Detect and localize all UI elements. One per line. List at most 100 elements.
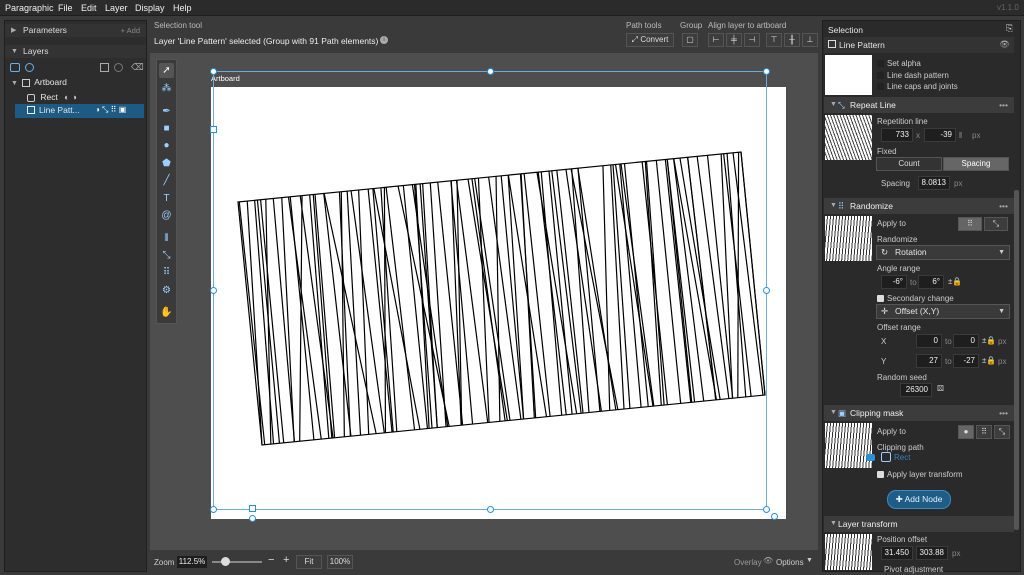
line-dash-label: Line dash pattern <box>887 71 949 80</box>
options-dropdown[interactable]: Options <box>776 558 804 567</box>
tree-rect[interactable]: Rect ◐ ◑ <box>27 92 77 102</box>
handle-bm[interactable] <box>487 506 494 513</box>
add-node-button[interactable]: ✚ Add Node <box>887 490 951 509</box>
link-icon[interactable] <box>866 454 875 461</box>
overlay-toggle[interactable]: Overlay <box>734 558 762 567</box>
pos-y-field[interactable]: 303.88 <box>916 546 948 560</box>
offset-y-from-field[interactable]: 27 <box>916 354 942 368</box>
apply-each-button[interactable]: ⠿ <box>958 217 982 231</box>
checkbox[interactable] <box>877 83 884 91</box>
menu-display[interactable]: Display <box>135 3 165 13</box>
zoom-100-button[interactable]: 100% <box>327 555 353 569</box>
handle-mr[interactable] <box>763 287 770 294</box>
pivot-handle[interactable] <box>210 126 217 133</box>
handle-bl[interactable] <box>210 506 217 513</box>
scale-handle[interactable] <box>771 513 778 520</box>
rep-x-field[interactable]: 733 <box>881 128 913 142</box>
apply-each-button[interactable]: ⠿ <box>976 425 992 439</box>
rep-y-field[interactable]: -39 <box>924 128 956 142</box>
clipping-mask-header[interactable]: ▼ ▣ Clipping mask ••• <box>824 405 1014 421</box>
lock-icon[interactable]: ±🔒 <box>982 356 996 365</box>
more-icon[interactable]: ••• <box>999 198 1008 214</box>
zoom-field[interactable]: 112.5% <box>176 555 208 569</box>
apply-path-button[interactable]: ⤡ <box>984 217 1008 231</box>
info-icon[interactable]: i <box>380 36 388 44</box>
menu-app[interactable]: Paragraphic <box>5 3 54 13</box>
lock-icon[interactable]: ±🔒 <box>948 277 962 286</box>
layers-header[interactable]: ▼ Layers <box>5 45 146 58</box>
lock-icon[interactable]: ±🔒 <box>982 336 996 345</box>
pos-x-field[interactable]: 31.450 <box>881 546 913 560</box>
zoom-slider-thumb[interactable] <box>221 557 230 566</box>
align-middle-button[interactable]: ╫ <box>784 33 800 47</box>
line-dash-option[interactable]: Line dash pattern <box>877 71 949 80</box>
random-seed-field[interactable]: 26300 <box>900 383 932 397</box>
apply-dot-button[interactable]: ● <box>958 425 974 439</box>
fit-button[interactable]: Fit <box>296 555 322 569</box>
rotate-handle[interactable] <box>249 515 256 522</box>
layer-transform-header[interactable]: ▼ Layer transform <box>824 516 1014 532</box>
checkbox[interactable] <box>877 471 884 479</box>
line-caps-option[interactable]: Line caps and joints <box>877 82 958 91</box>
align-center-h-button[interactable]: ╪ <box>726 33 742 47</box>
anchor-handle[interactable] <box>249 505 256 512</box>
align-right-button[interactable]: ⊣ <box>744 33 760 47</box>
layer-name[interactable]: Line Pattern <box>839 40 885 50</box>
repeat-line-header[interactable]: ▼ ⤡ Repeat Line ••• <box>824 97 1014 113</box>
menu-layer[interactable]: Layer <box>105 3 128 13</box>
randomize-header[interactable]: ▼ ⠿ Randomize ••• <box>824 198 1014 214</box>
checkbox[interactable] <box>877 295 884 303</box>
checkbox[interactable] <box>877 72 884 80</box>
handle-tm[interactable] <box>487 68 494 75</box>
menu-edit[interactable]: Edit <box>81 3 97 13</box>
more-icon[interactable]: ••• <box>999 405 1008 421</box>
zoom-in-button[interactable]: + <box>283 554 289 566</box>
align-left-button[interactable]: ⊢ <box>708 33 724 47</box>
count-toggle[interactable]: Count <box>876 157 942 171</box>
secondary-change-option[interactable]: Secondary change <box>877 294 954 303</box>
menu-help[interactable]: Help <box>173 3 192 13</box>
more-icon[interactable]: ••• <box>999 97 1008 113</box>
secondary-select[interactable]: ✛ Offset (X,Y) ▼ <box>876 304 1010 319</box>
apply-transform-option[interactable]: Apply layer transform <box>877 470 963 479</box>
parameters-header[interactable]: ▶ Parameters + Add <box>5 24 146 37</box>
dice-icon[interactable]: ⚄ <box>937 384 944 393</box>
zoom-out-button[interactable]: − <box>268 554 274 566</box>
convert-button[interactable]: ⤢ Convert <box>626 33 674 47</box>
eye-icon[interactable]: 👁 <box>999 39 1010 50</box>
angle-from-field[interactable]: -6° <box>881 275 907 289</box>
offset-x-to-field[interactable]: 0 <box>953 334 979 348</box>
eye-icon[interactable]: 👁 <box>763 556 773 565</box>
tree-artboard[interactable]: ▼ Artboard <box>11 77 67 87</box>
link-icon[interactable]: ⫴ <box>959 131 962 141</box>
align-top-button[interactable]: ⊤ <box>766 33 782 47</box>
checkbox[interactable] <box>877 60 884 68</box>
spacing-field[interactable]: 8.0813 <box>918 176 950 190</box>
angle-to-field[interactable]: 6° <box>918 275 944 289</box>
add-group-icon[interactable] <box>25 63 34 72</box>
spacing-toggle[interactable]: Spacing <box>943 157 1009 171</box>
clip-path-value[interactable]: Rect <box>894 453 910 462</box>
offset-x-from-field[interactable]: 0 <box>916 334 942 348</box>
handle-tr[interactable] <box>763 68 770 75</box>
collapse-icon: ▼ <box>830 202 837 209</box>
align-bottom-button[interactable]: ⊥ <box>802 33 818 47</box>
add-layer-icon[interactable] <box>10 63 20 72</box>
set-alpha-option[interactable]: Set alpha <box>877 59 921 68</box>
tree-line-pattern[interactable]: Line Patt... ◑ ⤡ ⠿ ▣ <box>15 104 144 118</box>
zoom-slider[interactable] <box>212 561 262 563</box>
handle-tl[interactable] <box>210 68 217 75</box>
handle-br[interactable] <box>763 506 770 513</box>
menu-file[interactable]: File <box>58 3 73 13</box>
group-button[interactable]: ▢ <box>682 33 698 47</box>
delete-icon[interactable]: ⌫ <box>131 62 144 73</box>
apply-path-button[interactable]: ⤡ <box>994 425 1010 439</box>
offset-y-to-field[interactable]: -27 <box>953 354 979 368</box>
handle-ml[interactable] <box>210 287 217 294</box>
visibility-icon[interactable] <box>114 63 123 72</box>
add-parameter-button[interactable]: + Add <box>121 24 140 37</box>
randomize-select[interactable]: ↻ Rotation ▼ <box>876 245 1010 260</box>
duplicate-icon[interactable] <box>100 63 109 72</box>
export-icon[interactable]: ⎘ <box>1006 23 1013 34</box>
scrollbar[interactable] <box>1014 190 1019 530</box>
